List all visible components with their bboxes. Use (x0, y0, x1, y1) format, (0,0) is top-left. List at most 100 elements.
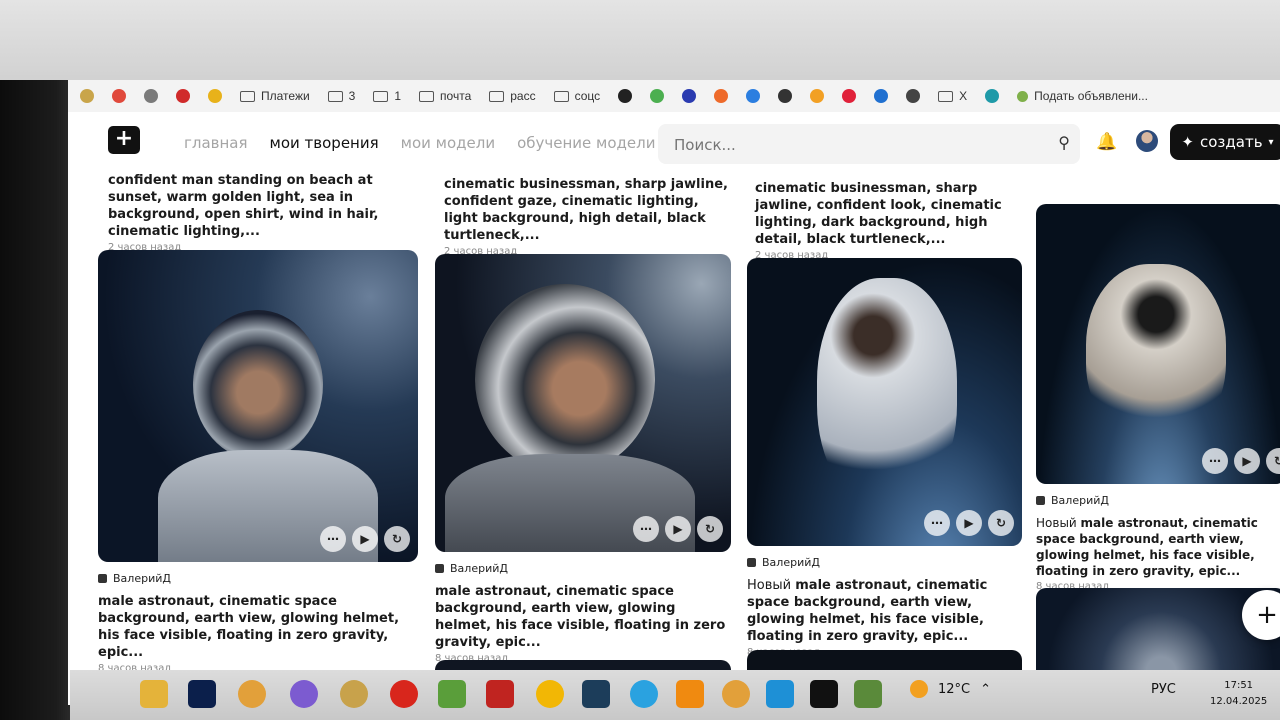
bookmark-icon[interactable] (778, 89, 793, 103)
weather-text[interactable]: 12°C (938, 682, 970, 697)
chrome-icon[interactable] (238, 680, 266, 708)
app-icon[interactable] (854, 680, 882, 708)
app-icon[interactable] (582, 680, 610, 708)
bookmark-icon[interactable] (985, 89, 1000, 103)
avatar[interactable] (1136, 130, 1158, 152)
astronaut-figure (475, 284, 655, 474)
monitor-glare (0, 0, 1280, 92)
main-nav: главная мои творения мои модели обучение… (184, 134, 655, 152)
bell-icon[interactable]: 🔔 (1096, 132, 1117, 152)
app-icon[interactable] (438, 680, 466, 708)
bookmark-icon[interactable] (176, 89, 190, 103)
folder-icon (489, 90, 505, 102)
generated-image[interactable]: ⋯ ▶ ↻ (435, 254, 731, 552)
clock[interactable]: 17:51 12.04.2025 (1210, 678, 1267, 710)
bookmark-folder[interactable]: расс (489, 89, 536, 103)
author[interactable]: ВалерийД (98, 572, 418, 585)
bookmark-icon[interactable] (144, 89, 158, 103)
generated-image[interactable]: ⋯ ▶ ↻ (747, 258, 1022, 546)
bookmark-icon[interactable] (650, 89, 665, 103)
bookmark-icon[interactable] (80, 89, 94, 103)
bookmark-folder[interactable]: 3 (327, 89, 355, 103)
browser-screen: Платежи 3 1 почта расс соцс X Подать объ… (68, 80, 1280, 705)
bookmark-icon[interactable] (906, 89, 921, 103)
image-card[interactable]: ⋯ ▶ ↻ ВалерийД male astronaut, cinematic… (98, 250, 418, 674)
retry-button[interactable]: ↻ (1266, 448, 1280, 474)
nav-model-training[interactable]: обучение модели (517, 134, 655, 152)
app-icon[interactable] (536, 680, 564, 708)
author[interactable]: ВалерийД (435, 562, 731, 575)
list-item[interactable]: cinematic businessman, sharp jawline, co… (444, 176, 734, 257)
caption-text: cinematic businessman, sharp jawline, co… (755, 181, 1002, 247)
list-item[interactable]: confident man standing on beach at sunse… (108, 172, 408, 253)
taskbar: 12°C ⌃ РУС 17:51 12.04.2025 (70, 670, 1280, 720)
skype-icon[interactable] (766, 680, 794, 708)
nav-home[interactable]: главная (184, 134, 248, 152)
chrome-icon[interactable] (722, 680, 750, 708)
image-card[interactable]: ⋯ ▶ ↻ ВалерийД male astronaut, cinematic… (435, 254, 731, 664)
bookmark-icon[interactable] (208, 89, 222, 103)
bookmark-icon[interactable] (714, 89, 729, 103)
capcut-icon[interactable] (810, 680, 838, 708)
photoshop-icon[interactable] (188, 680, 216, 708)
play-button[interactable]: ▶ (956, 510, 982, 536)
author[interactable]: ВалерийД (1036, 494, 1280, 507)
opera-icon[interactable] (390, 680, 418, 708)
nav-my-models[interactable]: мои модели (401, 134, 495, 152)
caption-text: male astronaut, cinematic space backgrou… (98, 594, 400, 660)
bookmark-icon[interactable] (842, 89, 857, 103)
bookmark-icon[interactable] (112, 89, 126, 103)
folder-icon (553, 90, 569, 102)
logo-icon[interactable]: + (108, 126, 140, 154)
filezilla-icon[interactable] (486, 680, 514, 708)
caption-text: cinematic businessman, sharp jawline, co… (444, 177, 728, 243)
search-input[interactable] (672, 135, 1036, 155)
folder-icon (240, 90, 255, 102)
weather-icon[interactable] (910, 680, 928, 698)
play-button[interactable]: ▶ (1234, 448, 1260, 474)
search-icon[interactable]: ⚲ (1058, 133, 1070, 152)
more-button[interactable]: ⋯ (320, 526, 346, 552)
image-card[interactable]: ⋯ ▶ ↻ ВалерийД Новый male astronaut, cin… (1036, 204, 1280, 592)
bookmark-icon[interactable] (810, 89, 825, 103)
retry-button[interactable]: ↻ (988, 510, 1014, 536)
retry-button[interactable]: ↻ (697, 516, 723, 542)
retry-button[interactable]: ↻ (384, 526, 410, 552)
bookmark-folder[interactable]: X (938, 89, 967, 103)
app-header: + главная мои творения мои модели обучен… (68, 116, 1280, 180)
folder-icon (327, 90, 343, 102)
caption-text: confident man standing on beach at sunse… (108, 173, 379, 239)
image-card[interactable]: ⋯ ▶ ↻ ВалерийД Новый male astronaut, cin… (747, 258, 1022, 658)
author[interactable]: ВалерийД (747, 556, 1022, 569)
bookmark-link[interactable]: Подать объявлени... (1017, 89, 1148, 103)
nav-my-creations[interactable]: мои творения (270, 134, 379, 152)
list-item[interactable]: cinematic businessman, sharp jawline, co… (755, 180, 1025, 261)
folder-icon[interactable] (140, 680, 168, 708)
generated-image[interactable]: ⋯ ▶ ↻ (98, 250, 418, 562)
search-box: ⚲ (658, 124, 1080, 164)
play-button[interactable]: ▶ (352, 526, 378, 552)
astronaut-figure (817, 278, 957, 508)
bookmark-icon[interactable] (618, 89, 633, 103)
bookmark-folder[interactable]: Платежи (240, 89, 310, 103)
play-button[interactable]: ▶ (665, 516, 691, 542)
bookmark-icon[interactable] (746, 89, 761, 103)
viber-icon[interactable] (290, 680, 318, 708)
vlc-icon[interactable] (676, 680, 704, 708)
generated-image[interactable]: ⋯ ▶ ↻ (1036, 204, 1280, 484)
bookmark-folder[interactable]: 1 (373, 89, 401, 103)
bookmark-icon[interactable] (874, 89, 889, 103)
create-button[interactable]: ✦ создать ▾ (1170, 124, 1280, 160)
app-icon[interactable] (340, 680, 368, 708)
more-button[interactable]: ⋯ (924, 510, 950, 536)
more-button[interactable]: ⋯ (1202, 448, 1228, 474)
bookmark-folder[interactable]: почта (419, 89, 471, 103)
astronaut-figure (193, 310, 323, 460)
telegram-icon[interactable] (630, 680, 658, 708)
bookmark-folder[interactable]: соцс (553, 89, 600, 103)
language-indicator[interactable]: РУС (1151, 682, 1176, 697)
bookmark-icon[interactable] (682, 89, 697, 103)
astronaut-figure (1086, 264, 1226, 444)
more-button[interactable]: ⋯ (633, 516, 659, 542)
chevron-up-icon[interactable]: ⌃ (980, 682, 991, 697)
